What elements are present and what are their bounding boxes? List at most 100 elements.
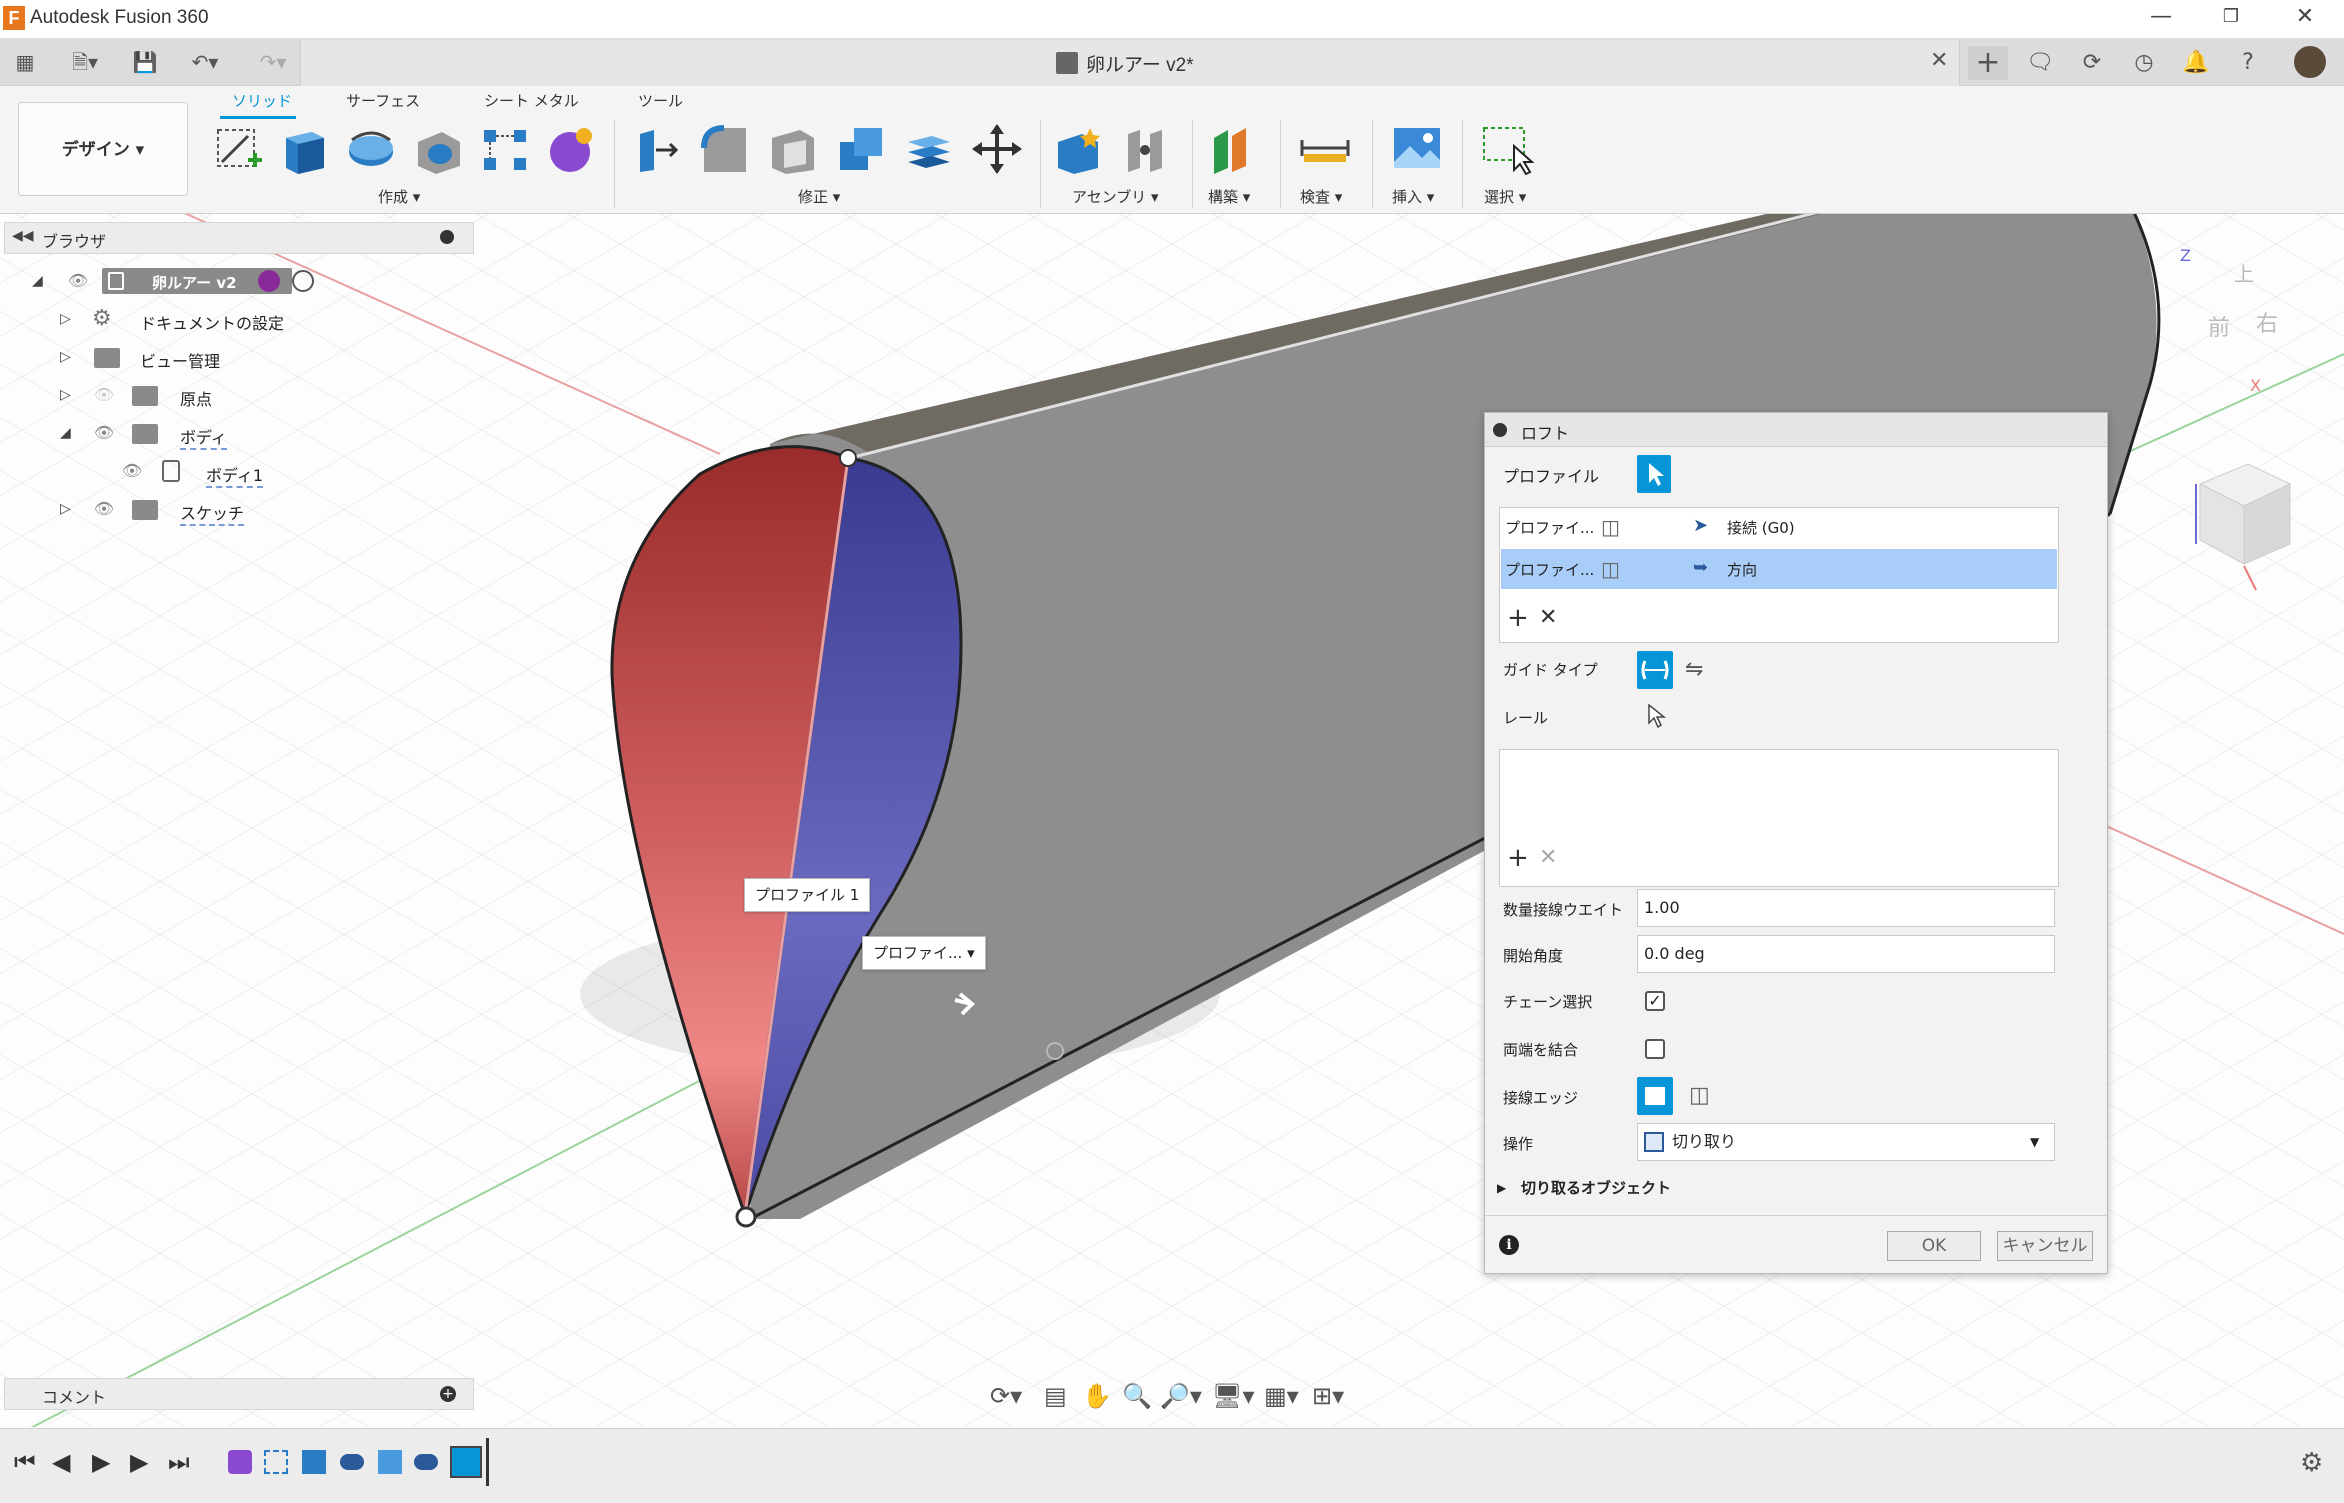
- look-at-icon[interactable]: ▤: [1044, 1382, 1067, 1410]
- visibility-eye-icon[interactable]: 👁: [92, 424, 116, 442]
- browser-root-row[interactable]: ◢ 👁 卵ルアー v2: [30, 266, 330, 298]
- profile-1-callout[interactable]: プロファイル 1: [744, 878, 871, 912]
- profile-row-condition[interactable]: 方向: [1727, 559, 1757, 580]
- extensions-icon[interactable]: ⟳: [2072, 46, 2112, 80]
- group-insert-label[interactable]: 挿入 ▾: [1392, 186, 1434, 207]
- keep-tangent-edges-icon[interactable]: ◫: [1689, 1083, 1710, 1108]
- merge-tangent-edges-button[interactable]: [1637, 1077, 1673, 1115]
- visibility-eye-icon[interactable]: 👁: [120, 462, 144, 480]
- redo-icon[interactable]: ↷▾: [248, 46, 298, 78]
- collapse-triangle-icon[interactable]: ◢: [60, 424, 78, 442]
- create-sketch-icon[interactable]: [212, 122, 266, 176]
- combine-icon[interactable]: [834, 122, 888, 176]
- timeline-joint-feature-icon[interactable]: [414, 1454, 438, 1470]
- group-inspect-label[interactable]: 検査 ▾: [1300, 186, 1342, 207]
- viewports-icon[interactable]: ⊞▾: [1312, 1382, 1344, 1410]
- browser-minimize-icon[interactable]: [440, 230, 454, 244]
- browser-item-sketches[interactable]: ▷ 👁 スケッチ: [56, 494, 316, 526]
- timeline-offset-feature-icon[interactable]: [302, 1450, 326, 1474]
- tab-surface[interactable]: サーフェス: [346, 90, 420, 111]
- play-icon[interactable]: ▶: [92, 1448, 110, 1476]
- new-component-icon[interactable]: [1052, 122, 1106, 176]
- rails-guide-type-button[interactable]: [1637, 651, 1673, 689]
- profile-row-2[interactable]: プロファイ... ◫ ➥ 方向: [1501, 549, 2057, 589]
- hidden-eye-icon[interactable]: 👁: [92, 386, 116, 404]
- merge-ends-checkbox[interactable]: [1645, 1039, 1665, 1059]
- display-settings-icon[interactable]: 🖥▾: [1212, 1382, 1255, 1410]
- browser-item-bodies[interactable]: ◢ 👁 ボディ: [56, 418, 316, 450]
- move-copy-icon[interactable]: [970, 122, 1024, 176]
- timeline-form-feature-icon[interactable]: [228, 1450, 252, 1474]
- operation-select[interactable]: 切り取り ▼: [1637, 1123, 2055, 1161]
- select-window-icon[interactable]: [1480, 122, 1534, 176]
- browser-item-body1[interactable]: 👁 ボディ1: [120, 456, 320, 488]
- step-forward-icon[interactable]: ▶: [130, 1448, 148, 1476]
- dropdown-arrow-icon[interactable]: ▼: [2030, 1124, 2039, 1160]
- go-to-start-icon[interactable]: ⏮: [14, 1448, 36, 1476]
- extrude-icon[interactable]: [278, 122, 332, 176]
- expand-triangle-icon[interactable]: ▷: [60, 310, 78, 328]
- revolve-icon[interactable]: [344, 122, 398, 176]
- visibility-eye-icon[interactable]: 👁: [66, 272, 90, 290]
- create-form-icon[interactable]: [544, 122, 598, 176]
- insert-image-icon[interactable]: [1390, 122, 1444, 176]
- expand-triangle-icon[interactable]: ▷: [60, 500, 78, 518]
- cancel-button[interactable]: キャンセル: [1997, 1231, 2093, 1261]
- tab-solid[interactable]: ソリッド: [232, 90, 292, 111]
- help-icon[interactable]: ?: [2228, 46, 2268, 80]
- shell-icon[interactable]: [766, 122, 820, 176]
- chain-select-checkbox[interactable]: ✓: [1645, 991, 1665, 1011]
- fillet-icon[interactable]: [698, 122, 752, 176]
- press-pull-icon[interactable]: [630, 122, 684, 176]
- timeline-loft-feature-icon[interactable]: [450, 1446, 482, 1478]
- step-back-icon[interactable]: ◀: [52, 1448, 70, 1476]
- user-avatar[interactable]: [2292, 44, 2328, 80]
- timeline-settings-gear-icon[interactable]: ⚙: [2300, 1448, 2323, 1478]
- profile-select-button[interactable]: [1637, 455, 1671, 493]
- centerline-guide-type-icon[interactable]: ⇋: [1685, 657, 1703, 682]
- ok-button[interactable]: OK: [1887, 1231, 1981, 1261]
- expand-triangle-icon[interactable]: ▷: [60, 386, 78, 404]
- offset-face-icon[interactable]: [902, 122, 956, 176]
- measure-icon[interactable]: [1298, 122, 1352, 176]
- timeline-sketch-feature-icon[interactable]: [264, 1450, 288, 1474]
- rail-select-cursor-icon[interactable]: [1645, 703, 1669, 731]
- loft-dialog-header[interactable]: [1485, 413, 2107, 447]
- expand-section-icon[interactable]: ▶: [1497, 1181, 1506, 1195]
- browser-item-origin[interactable]: ▷ 👁 原点: [56, 380, 316, 412]
- start-angle-field[interactable]: 0.0 deg: [1637, 935, 2055, 973]
- file-menu-icon[interactable]: 🗎▾: [60, 46, 110, 78]
- go-to-end-icon[interactable]: ⏭: [168, 1448, 190, 1476]
- remove-rail-icon[interactable]: ✕: [1539, 845, 1557, 870]
- remove-profile-icon[interactable]: ✕: [1539, 605, 1557, 630]
- undo-icon[interactable]: ↶▾: [180, 46, 230, 78]
- rails-list[interactable]: [1499, 749, 2059, 887]
- profile-row-1[interactable]: プロファイ... ◫ ➤ 接続 (G0): [1501, 509, 2057, 545]
- workspace-switcher-button[interactable]: デザイン ▾: [18, 102, 188, 196]
- minimize-icon[interactable]: —: [2126, 0, 2196, 36]
- info-icon[interactable]: i: [1499, 1235, 1519, 1255]
- tangent-weight-field[interactable]: 1.00: [1637, 889, 2055, 927]
- add-profile-icon[interactable]: +: [1507, 603, 1529, 633]
- timeline-marker[interactable]: [486, 1438, 489, 1486]
- dialog-collapse-icon[interactable]: [1493, 423, 1507, 437]
- fit-zoom-icon[interactable]: 🔎▾: [1160, 1382, 1202, 1410]
- pan-hand-icon[interactable]: ✋: [1082, 1382, 1112, 1410]
- group-assemble-label[interactable]: アセンブリ ▾: [1072, 186, 1159, 207]
- grid-settings-icon[interactable]: ▦▾: [1264, 1382, 1299, 1410]
- tab-sheet-metal[interactable]: シート メタル: [484, 90, 579, 111]
- hole-icon[interactable]: [412, 122, 466, 176]
- timeline-joint-feature-icon[interactable]: [340, 1454, 364, 1470]
- collapse-panel-icon[interactable]: ◀◀: [12, 228, 34, 244]
- timeline-extrude-feature-icon[interactable]: [378, 1450, 402, 1474]
- browser-item-document-settings[interactable]: ▷ ⚙ ドキュメントの設定: [56, 304, 316, 336]
- group-construct-label[interactable]: 構築 ▾: [1208, 186, 1250, 207]
- data-panel-grid-icon[interactable]: ▦: [8, 46, 42, 78]
- job-status-clock-icon[interactable]: ◷: [2124, 46, 2164, 80]
- profile-2-callout[interactable]: プロファイ... ▾: [862, 936, 986, 970]
- add-comment-icon[interactable]: +: [440, 1386, 456, 1402]
- offset-plane-icon[interactable]: [1206, 122, 1260, 176]
- save-icon[interactable]: 💾: [128, 46, 162, 78]
- group-create-label[interactable]: 作成 ▾: [378, 186, 420, 207]
- add-rail-icon[interactable]: +: [1507, 843, 1529, 873]
